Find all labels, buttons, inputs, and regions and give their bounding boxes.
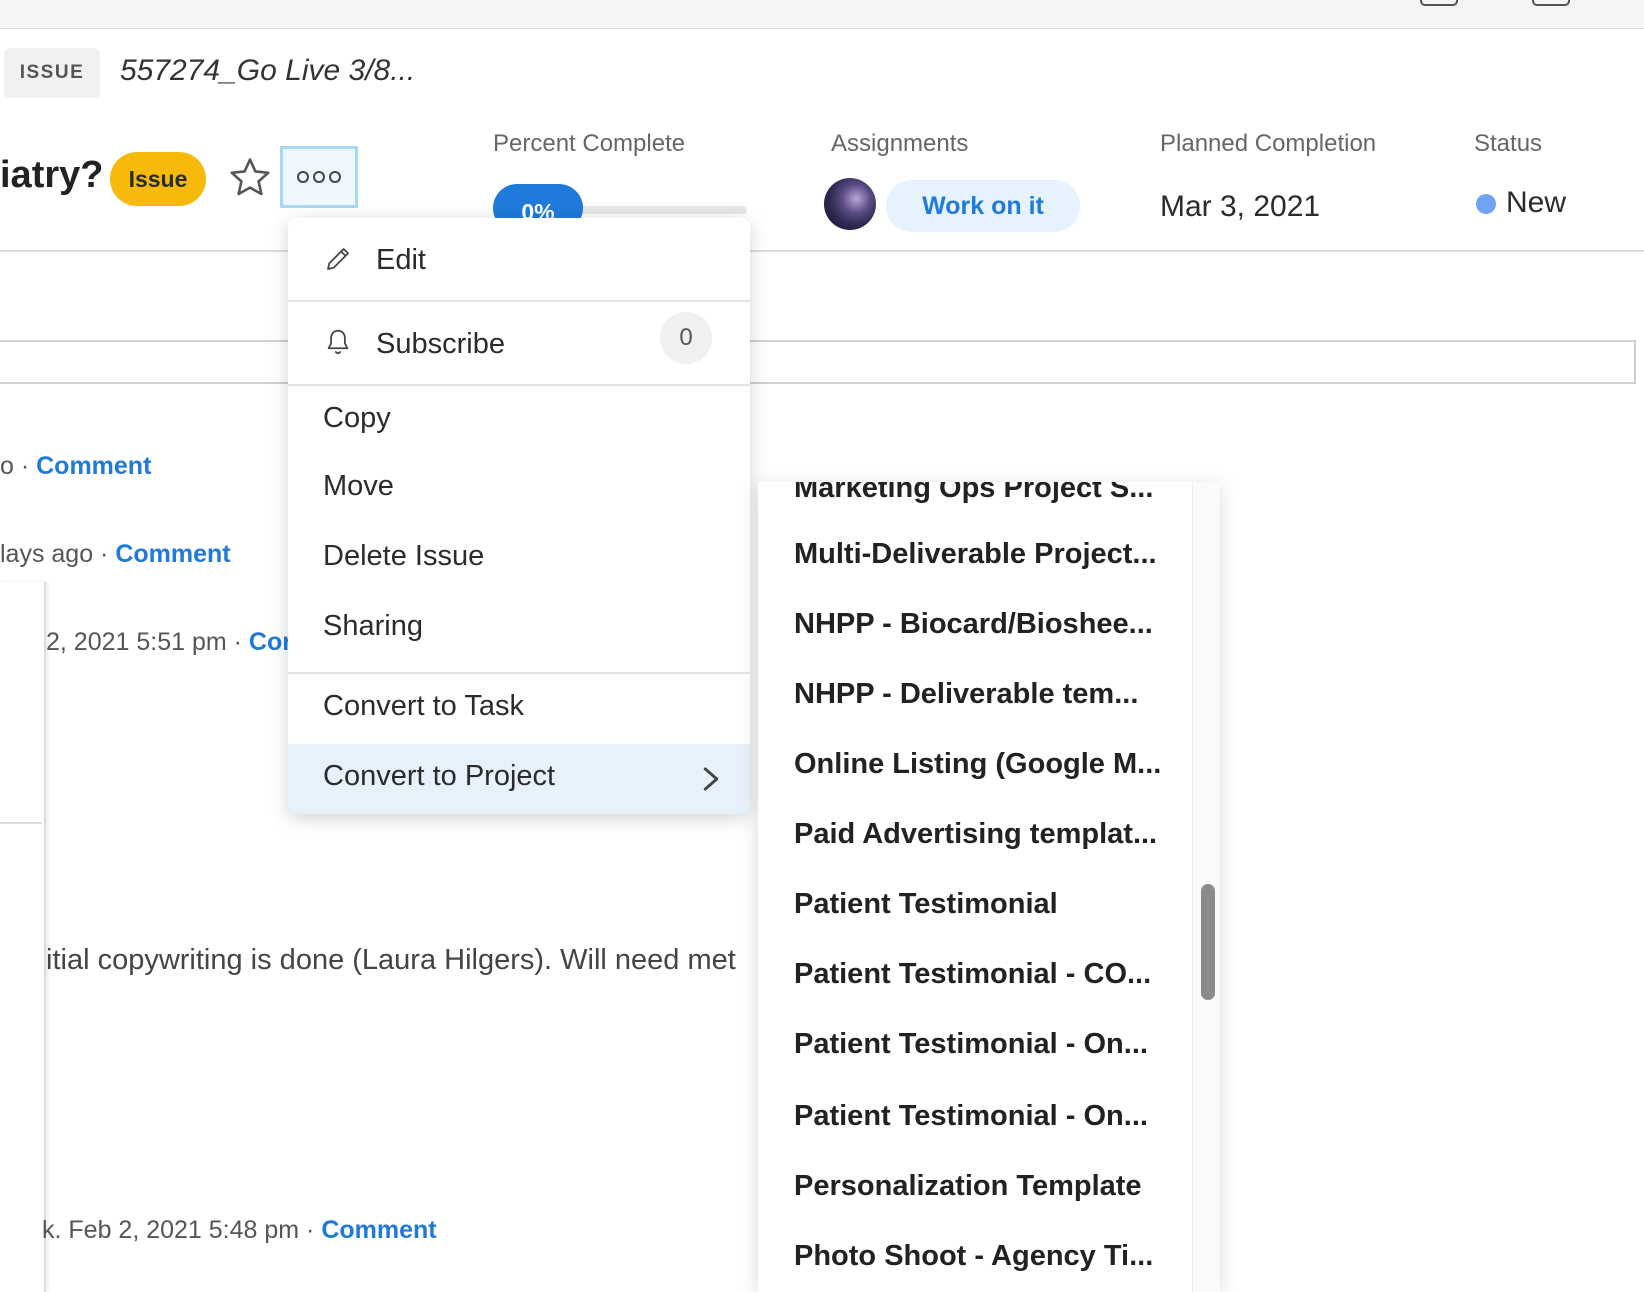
menu-item-convert-to-project[interactable]: Convert to Project — [288, 744, 750, 814]
menu-item-label: Delete Issue — [323, 540, 485, 572]
template-item[interactable]: Marketing Ops Project S... — [794, 482, 1153, 505]
menu-item-label: Convert to Project — [323, 760, 556, 792]
menu-item-delete-issue[interactable]: Delete Issue — [288, 526, 750, 596]
submenu-scrollbar[interactable] — [1192, 482, 1220, 1292]
comment-link[interactable]: Comment — [115, 540, 230, 568]
comment-link[interactable]: Comment — [36, 452, 151, 480]
activity-line: k. Feb 2, 2021 5:48 pm · Comment — [42, 1216, 437, 1244]
breadcrumb[interactable]: 557274_Go Live 3/8... — [120, 54, 415, 88]
activity-line: o · Comment — [0, 452, 152, 480]
header-divider — [0, 250, 1644, 252]
star-icon[interactable] — [226, 154, 274, 202]
template-item[interactable]: Patient Testimonial - On... — [794, 1028, 1148, 1061]
chevron-right-icon — [703, 767, 719, 791]
status-dot-icon — [1476, 194, 1496, 214]
menu-item-move[interactable]: Move — [288, 456, 750, 526]
issue-type-badge: Issue — [110, 152, 206, 206]
template-item[interactable]: Online Listing (Google M... — [794, 748, 1161, 781]
activity-line: lays ago · Comment — [0, 540, 231, 568]
menu-item-label: Sharing — [323, 610, 423, 642]
template-item[interactable]: Patient Testimonial — [794, 888, 1058, 921]
template-item[interactable]: Paid Advertising templat... — [794, 818, 1157, 851]
project-template-submenu: Marketing Ops Project S... Multi-Deliver… — [758, 482, 1220, 1292]
menu-item-label: Convert to Task — [323, 690, 524, 722]
pencil-icon — [327, 248, 349, 270]
menu-item-sharing[interactable]: Sharing — [288, 596, 750, 666]
template-item[interactable]: Photo Shoot - Agency Ti... — [794, 1240, 1153, 1273]
top-toolbar — [0, 0, 1644, 29]
work-on-it-button[interactable]: Work on it — [886, 180, 1080, 232]
planned-completion-date[interactable]: Mar 3, 2021 — [1160, 190, 1320, 224]
tab-bar-outline — [0, 340, 1636, 384]
actions-menu: Edit Subscribe 0 Copy Move Delete Issue … — [288, 218, 750, 814]
activity-line: 2, 2021 5:51 pm · Cor — [46, 628, 292, 656]
planned-completion-label: Planned Completion — [1160, 130, 1377, 157]
menu-item-convert-to-task[interactable]: Convert to Task — [288, 674, 750, 744]
template-item[interactable]: Personalization Template — [794, 1170, 1142, 1203]
more-actions-button[interactable] — [280, 146, 358, 208]
template-item[interactable]: NHPP - Biocard/Bioshee... — [794, 608, 1153, 641]
menu-item-subscribe[interactable]: Subscribe 0 — [288, 302, 750, 384]
avatar[interactable] — [824, 178, 876, 230]
comment-link[interactable]: Comment — [321, 1216, 436, 1244]
ellipsis-icon — [297, 171, 341, 183]
subscriber-count-badge: 0 — [660, 312, 712, 364]
menu-item-label: Move — [323, 470, 394, 502]
menu-item-edit[interactable]: Edit — [288, 218, 750, 300]
template-item[interactable]: Multi-Deliverable Project... — [794, 538, 1157, 571]
menu-item-label: Copy — [323, 402, 391, 434]
status-value[interactable]: New — [1506, 186, 1566, 220]
template-item[interactable]: NHPP - Deliverable tem... — [794, 678, 1138, 711]
side-panel-divider — [0, 822, 42, 824]
update-body-text: itial copywriting is done (Laura Hilgers… — [46, 944, 736, 976]
toolbar-icon[interactable] — [1532, 0, 1570, 6]
menu-item-label: Subscribe — [376, 328, 505, 360]
template-item[interactable]: Patient Testimonial - On... — [794, 1100, 1148, 1133]
status-label: Status — [1474, 130, 1543, 157]
scrollbar-thumb[interactable] — [1201, 884, 1215, 1000]
menu-item-label: Edit — [376, 244, 426, 276]
template-item[interactable]: Patient Testimonial - CO... — [794, 958, 1151, 991]
bell-icon — [327, 329, 349, 355]
percent-complete-label: Percent Complete — [493, 130, 686, 157]
comment-link[interactable]: Cor — [249, 628, 292, 656]
toolbar-icon[interactable] — [1420, 0, 1458, 6]
object-type-chip: ISSUE — [4, 48, 100, 98]
assignments-label: Assignments — [831, 130, 969, 157]
menu-item-copy[interactable]: Copy — [288, 386, 750, 456]
side-panel — [0, 582, 46, 1292]
page-title: iatry? — [0, 154, 104, 196]
template-list: Marketing Ops Project S... Multi-Deliver… — [758, 482, 1192, 1292]
